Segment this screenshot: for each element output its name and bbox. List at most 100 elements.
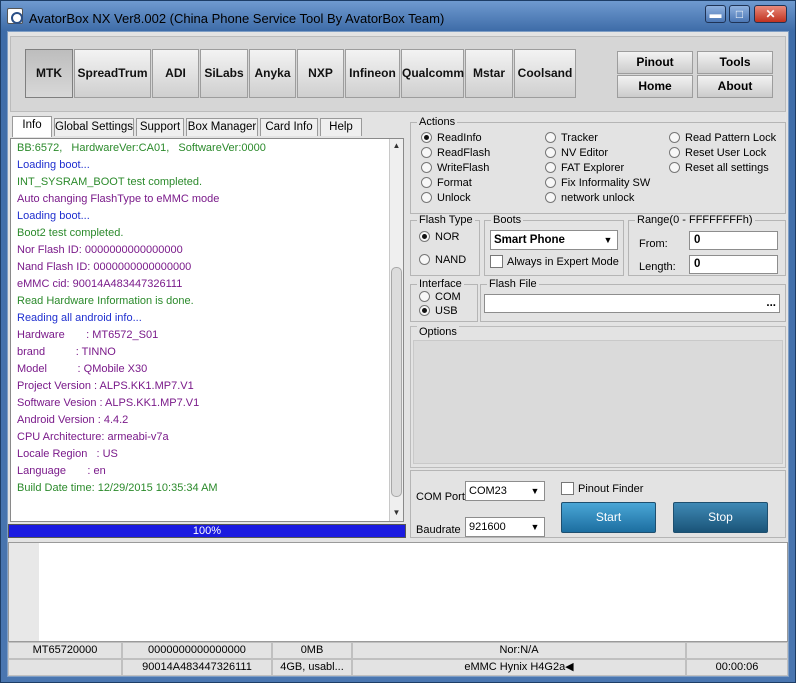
minimize-button[interactable]: ▬ [705, 5, 726, 23]
log-line: Android Version : 4.4.2 [17, 414, 129, 426]
log-line: Software Vesion : ALPS.KK1.MP7.V1 [17, 397, 200, 409]
radio-format[interactable]: Format [421, 177, 472, 191]
from-label: From: [639, 238, 668, 250]
platform-mstar-button[interactable]: Mstar [465, 49, 513, 98]
log-line: BB:6572, HardwareVer:CA01, SoftwareVer:0… [17, 142, 266, 154]
tab-global-settings[interactable]: Global Settings [54, 118, 134, 136]
status-bar: MT65720000 0000000000000000 0MB Nor:N/A … [8, 642, 788, 676]
platform-mtk-button[interactable]: MTK [25, 49, 73, 98]
radio-nor[interactable]: NOR [419, 231, 459, 245]
log-line: Reading all android info... [17, 312, 142, 324]
options-area [413, 340, 783, 464]
radio-unlock[interactable]: Unlock [421, 192, 471, 206]
radio-read-pattern-lock[interactable]: Read Pattern Lock [669, 132, 776, 146]
platform-silabs-button[interactable]: SiLabs [200, 49, 248, 98]
radio-fix-informality[interactable]: Fix Informality SW [545, 177, 650, 191]
status-flash-id: 0000000000000000 [122, 642, 272, 659]
about-button[interactable]: About [697, 75, 773, 98]
radio-usb[interactable]: USB [419, 305, 458, 319]
radio-tracker[interactable]: Tracker [545, 132, 598, 146]
stop-button[interactable]: Stop [673, 502, 768, 533]
length-label: Length: [639, 261, 676, 273]
interface-group: Interface COM USB [410, 278, 478, 322]
window-title: AvatorBox NX Ver8.002 (China Phone Servi… [29, 11, 445, 26]
radio-network-unlock[interactable]: network unlock [545, 192, 634, 206]
log-line: Language : en [17, 465, 106, 477]
tools-button[interactable]: Tools [697, 51, 773, 74]
log-line: eMMC cid: 90014A483447326111 [17, 278, 183, 290]
status-chip-id: MT65720000 [8, 642, 122, 659]
tab-support[interactable]: Support [136, 118, 184, 136]
log-line: Project Version : ALPS.KK1.MP7.V1 [17, 380, 194, 392]
log-line: Model : QMobile X30 [17, 363, 148, 375]
tab-info[interactable]: Info [12, 116, 52, 137]
expert-mode-checkbox[interactable]: Always in Expert Mode [490, 255, 619, 269]
browse-button[interactable]: ... [766, 295, 776, 312]
radio-writeflash[interactable]: WriteFlash [421, 162, 489, 176]
tab-box-manager[interactable]: Box Manager [186, 118, 258, 136]
radio-readinfo[interactable]: ReadInfo [421, 132, 482, 146]
status-blank-2 [8, 659, 122, 676]
log-line: Read Hardware Information is done. [17, 295, 194, 307]
platform-anyka-button[interactable]: Anyka [249, 49, 296, 98]
radio-reset-user-lock[interactable]: Reset User Lock [669, 147, 766, 161]
radio-nand[interactable]: NAND [419, 254, 466, 268]
close-button[interactable]: ✕ [754, 5, 787, 23]
platform-nxp-button[interactable]: NXP [297, 49, 344, 98]
radio-fat-explorer[interactable]: FAT Explorer [545, 162, 624, 176]
log-output[interactable]: BB:6572, HardwareVer:CA01, SoftwareVer:0… [10, 138, 404, 522]
boots-select[interactable]: Smart Phone ▼ [490, 230, 618, 250]
tab-help[interactable]: Help [320, 118, 362, 136]
client-area: MTK SpreadTrum ADI SiLabs Anyka NXP Infi… [7, 31, 789, 677]
radio-readflash[interactable]: ReadFlash [421, 147, 490, 161]
boots-group: Boots Smart Phone ▼ Always in Expert Mode [484, 214, 624, 276]
status-emmc: eMMC Hynix H4G2a◀ [352, 659, 686, 676]
log-scrollbar[interactable]: ▲ ▼ [389, 139, 403, 521]
baudrate-label: Baudrate [416, 524, 461, 536]
flash-file-group: Flash File ... [480, 278, 786, 322]
tab-card-info[interactable]: Card Info [260, 118, 318, 136]
dropdown-arrow-icon: ▼ [530, 522, 540, 532]
options-group: Options [410, 326, 786, 468]
length-input[interactable]: 0 [689, 255, 778, 274]
flash-file-input[interactable]: ... [484, 294, 780, 313]
log-line: Auto changing FlashType to eMMC mode [17, 193, 220, 205]
platform-qualcomm-button[interactable]: Qualcomm [401, 49, 464, 98]
actions-group: Actions ReadInfo ReadFlash WriteFlash Fo… [410, 116, 786, 214]
log-line: Loading boot... [17, 159, 90, 171]
range-label: Range(0 - FFFFFFFFh) [635, 214, 755, 226]
from-input[interactable]: 0 [689, 231, 778, 250]
log-line: Locale Region : US [17, 448, 118, 460]
baudrate-select[interactable]: 921600 ▼ [465, 517, 545, 537]
scroll-up-icon[interactable]: ▲ [391, 140, 402, 152]
status-capacity: 4GB, usabl... [272, 659, 352, 676]
title-bar[interactable]: AvatorBox NX Ver8.002 (China Phone Servi… [1, 1, 795, 31]
home-button[interactable]: Home [617, 75, 693, 98]
radio-reset-all-settings[interactable]: Reset all settings [669, 162, 769, 176]
secondary-log-area[interactable] [8, 542, 788, 642]
radio-nv-editor[interactable]: NV Editor [545, 147, 608, 161]
com-port-select[interactable]: COM23 ▼ [465, 481, 545, 501]
dropdown-arrow-icon: ▼ [530, 486, 540, 496]
scroll-thumb[interactable] [391, 267, 402, 497]
scroll-down-icon[interactable]: ▼ [391, 507, 402, 519]
log-line: Hardware : MT6572_S01 [17, 329, 159, 341]
platform-coolsand-button[interactable]: Coolsand [514, 49, 576, 98]
radio-com[interactable]: COM [419, 291, 461, 305]
platform-adi-button[interactable]: ADI [152, 49, 199, 98]
log-line: Loading boot... [17, 210, 90, 222]
platform-infineon-button[interactable]: Infineon [345, 49, 400, 98]
log-line: Boot2 test completed. [17, 227, 124, 239]
platform-spreadtrum-button[interactable]: SpreadTrum [74, 49, 151, 98]
pinout-button[interactable]: Pinout [617, 51, 693, 74]
status-timer: 00:00:06 [686, 659, 788, 676]
app-window: AvatorBox NX Ver8.002 (China Phone Servi… [0, 0, 796, 683]
platform-toolbar: MTK SpreadTrum ADI SiLabs Anyka NXP Infi… [10, 36, 786, 112]
log-line: Nand Flash ID: 0000000000000000 [17, 261, 192, 273]
log-line: CPU Architecture: armeabi-v7a [17, 431, 169, 443]
start-button[interactable]: Start [561, 502, 656, 533]
log-line: Nor Flash ID: 0000000000000000 [17, 244, 183, 256]
pinout-finder-checkbox[interactable]: Pinout Finder [561, 482, 643, 496]
status-size: 0MB [272, 642, 352, 659]
maximize-button[interactable]: □ [729, 5, 750, 23]
